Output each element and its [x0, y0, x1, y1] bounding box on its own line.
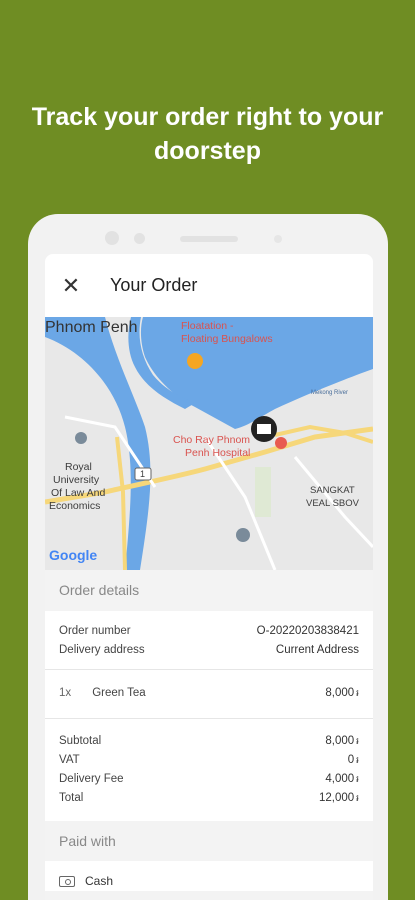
close-icon[interactable]: ✕ — [45, 254, 97, 317]
restaurant-pin-icon — [187, 353, 203, 369]
place-pin-icon — [75, 432, 87, 444]
map-label-bungalows: Floating Bungalows — [181, 333, 273, 345]
payment-card: Cash — [45, 861, 373, 891]
map-label-hospital-1: Cho Ray Phnom — [173, 434, 251, 446]
currency-symbol: ៛ — [356, 793, 359, 803]
item-quantity: 1x — [59, 687, 72, 699]
currency-symbol: ៛ — [356, 688, 359, 698]
map-label-university-4: Economics — [49, 500, 101, 512]
place-pin-icon — [236, 528, 250, 542]
hospital-pin-icon — [275, 437, 287, 449]
subtotal-value: 8,000 — [325, 735, 355, 747]
delivery-fee-label: Delivery Fee — [59, 773, 124, 785]
store-marker-glyph — [257, 424, 271, 434]
delivery-fee-value: 4,000 — [325, 773, 355, 785]
paid-with-header: Paid with — [45, 821, 373, 861]
order-details-header: Order details — [45, 570, 373, 611]
item-price: 8,000 — [325, 687, 355, 699]
vat-value: 0 — [347, 754, 355, 766]
promo-headline: Track your order right to your doorstep — [31, 103, 384, 165]
list-item: 1x Green Tea 8,000 ៛ — [59, 687, 359, 701]
order-number-label: Order number — [59, 625, 131, 637]
sensor-icon — [134, 233, 145, 244]
order-details-card: Order number O-20220203838421 Delivery a… — [45, 611, 373, 821]
camera-icon — [105, 231, 119, 245]
vat-label: VAT — [59, 754, 80, 766]
proximity-sensor — [274, 235, 282, 243]
subtotal-label: Subtotal — [59, 735, 102, 747]
app-bar: ✕ Your Order — [45, 254, 373, 317]
map-label-floatation: Floatation - — [181, 320, 234, 332]
google-logo: Google — [49, 547, 97, 563]
order-map[interactable]: Phnom Penh Floatation - Floating Bungalo… — [45, 317, 373, 570]
payment-method: Cash — [85, 874, 114, 888]
currency-symbol: ៛ — [356, 774, 359, 784]
map-label-university-2: University — [53, 474, 100, 486]
item-name: Green Tea — [92, 687, 146, 699]
speaker-grille — [180, 236, 238, 242]
order-number-value: O-20220203838421 — [256, 625, 359, 637]
road-number-label: 1 — [140, 469, 146, 479]
app-screen: ✕ Your Order Phnom Penh Floatation - Flo… — [45, 254, 373, 900]
map-label-university-1: Royal — [65, 461, 92, 473]
delivery-address-value: Current Address — [275, 644, 359, 656]
total-value: 12,000 — [318, 792, 355, 804]
map-label-sangkat-1: SANGKAT — [310, 485, 355, 496]
park-shape — [255, 467, 271, 517]
delivery-address-label: Delivery address — [59, 644, 145, 656]
page-title: Your Order — [110, 275, 198, 295]
map-city-label: Phnom Penh — [45, 319, 138, 336]
total-label: Total — [59, 792, 84, 804]
currency-symbol: ៛ — [356, 736, 359, 746]
map-label-university-3: Of Law And — [51, 487, 106, 499]
currency-symbol: ៛ — [356, 755, 359, 765]
map-label-sangkat-2: VEAL SBOV — [306, 498, 359, 509]
map-label-hospital-2: Penh Hospital — [185, 447, 251, 459]
map-label-river: Mekong River — [311, 390, 349, 396]
cash-icon — [59, 875, 75, 887]
google-logo-text: Google — [49, 547, 98, 563]
